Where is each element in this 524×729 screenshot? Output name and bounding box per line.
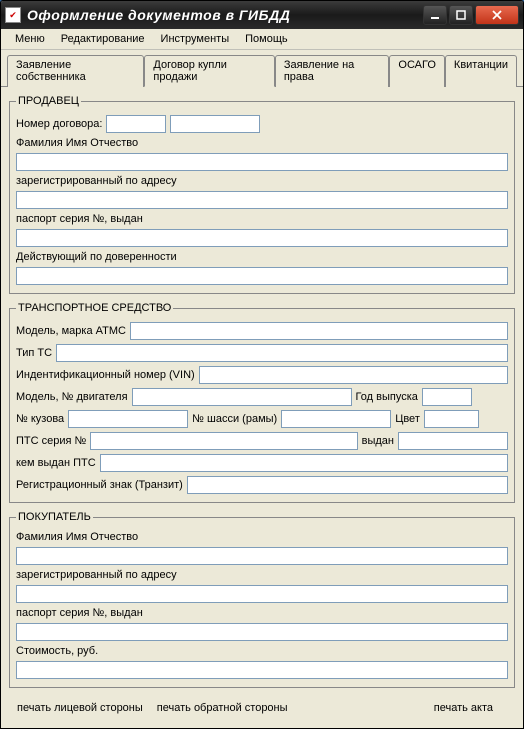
tab-receipts[interactable]: Квитанции [445,55,517,87]
seller-group: ПРОДАВЕЦ Номер договора: Фамилия Имя Отч… [9,95,515,294]
close-button[interactable] [475,5,519,25]
vehicle-type-input[interactable] [56,344,508,362]
content: ПРОДАВЕЦ Номер договора: Фамилия Имя Отч… [1,87,523,728]
seller-address-label: зарегистрированный по адресу [16,175,177,187]
seller-proxy-input[interactable] [16,267,508,285]
window-title: Оформление документов в ГИБДД [27,7,421,23]
buyer-address-label: зарегистрированный по адресу [16,569,177,581]
year-label: Год выпуска [356,391,418,403]
menu-item-0[interactable]: Меню [7,31,53,47]
buyer-passport-input[interactable] [16,623,508,641]
year-input[interactable] [422,388,472,406]
seller-passport-label: паспорт серия №, выдан [16,213,143,225]
model-brand-label: Модель, марка АТМС [16,325,126,337]
chassis-no-label: № шасси (рамы) [192,413,277,425]
pts-issued-input[interactable] [398,432,508,450]
tabs: Заявление собственника Договор купли про… [1,50,523,87]
engine-label: Модель, № двигателя [16,391,128,403]
buyer-fio-label: Фамилия Имя Отчество [16,531,138,543]
maximize-button[interactable] [449,5,473,25]
seller-address-input[interactable] [16,191,508,209]
price-label: Стоимость, руб. [16,645,98,657]
menu-item-1[interactable]: Редактирование [53,31,153,47]
tab-license-application[interactable]: Заявление на права [275,55,390,87]
tab-sale-contract[interactable]: Договор купли продажи [144,55,274,87]
close-icon [492,10,502,20]
engine-input[interactable] [132,388,352,406]
print-front-link[interactable]: печать лицевой стороны [17,702,143,714]
print-back-link[interactable]: печать обратной стороны [157,702,288,714]
contract-no-label: Номер договора: [16,118,102,130]
app-window: ✔ Оформление документов в ГИБДД Меню Ред… [0,0,524,729]
vin-input[interactable] [199,366,508,384]
buyer-group: ПОКУПАТЕЛЬ Фамилия Имя Отчество зарегист… [9,511,515,688]
pts-serial-input[interactable] [90,432,357,450]
color-input[interactable] [424,410,479,428]
seller-legend: ПРОДАВЕЦ [16,95,81,107]
vehicle-group: ТРАНСПОРТНОЕ СРЕДСТВО Модель, марка АТМС… [9,302,515,503]
seller-proxy-label: Действующий по доверенности [16,251,177,263]
menubar: Меню Редактирование Инструменты Помощь [1,29,523,50]
reg-mark-label: Регистрационный знак (Транзит) [16,479,183,491]
vehicle-legend: ТРАНСПОРТНОЕ СРЕДСТВО [16,302,173,314]
pts-issuer-label: кем выдан ПТС [16,457,96,469]
buyer-address-input[interactable] [16,585,508,603]
contract-no-2-input[interactable] [170,115,260,133]
pts-issued-label: выдан [362,435,394,447]
seller-fio-input[interactable] [16,153,508,171]
body-no-label: № кузова [16,413,64,425]
model-brand-input[interactable] [130,322,508,340]
contract-no-1-input[interactable] [106,115,166,133]
footer-links: печать лицевой стороны печать обратной с… [9,696,515,720]
buyer-fio-input[interactable] [16,547,508,565]
titlebar: ✔ Оформление документов в ГИБДД [1,1,523,29]
app-icon: ✔ [5,7,21,23]
reg-mark-input[interactable] [187,476,508,494]
buyer-passport-label: паспорт серия №, выдан [16,607,143,619]
menu-item-3[interactable]: Помощь [237,31,296,47]
print-act-link[interactable]: печать акта [434,702,493,714]
minimize-icon [430,10,440,20]
tab-osago[interactable]: ОСАГО [389,55,445,87]
vehicle-type-label: Тип ТС [16,347,52,359]
minimize-button[interactable] [423,5,447,25]
buyer-legend: ПОКУПАТЕЛЬ [16,511,93,523]
menu-item-2[interactable]: Инструменты [153,31,238,47]
color-label: Цвет [395,413,420,425]
pts-issuer-input[interactable] [100,454,508,472]
tab-owner-application[interactable]: Заявление собственника [7,55,144,87]
seller-passport-input[interactable] [16,229,508,247]
vin-label: Индентификационный номер (VIN) [16,369,195,381]
body-no-input[interactable] [68,410,188,428]
maximize-icon [456,10,466,20]
price-input[interactable] [16,661,508,679]
pts-serial-label: ПТС серия № [16,435,86,447]
seller-fio-label: Фамилия Имя Отчество [16,137,138,149]
chassis-no-input[interactable] [281,410,391,428]
